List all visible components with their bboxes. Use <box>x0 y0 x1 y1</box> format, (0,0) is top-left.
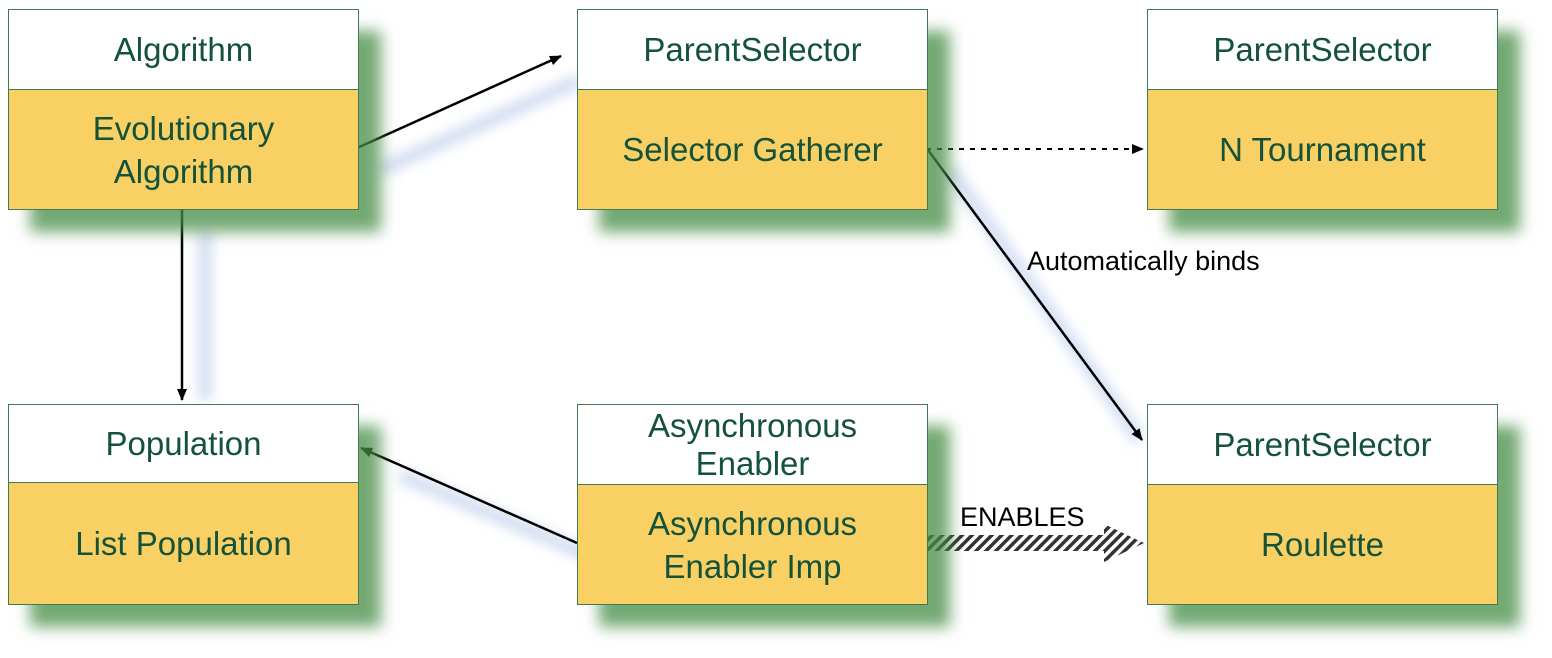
node-type: Asynchronous Enabler <box>578 405 927 485</box>
node-selector-gatherer[interactable]: ParentSelector Selector Gatherer <box>577 9 928 210</box>
node-name: Selector Gatherer <box>622 131 883 168</box>
node-name: Roulette <box>1261 526 1384 563</box>
node-name: N Tournament <box>1219 131 1426 168</box>
node-population[interactable]: Population List Population <box>8 404 359 605</box>
node-roulette[interactable]: ParentSelector Roulette <box>1147 404 1498 605</box>
edge-gatherer-to-roulette <box>926 149 1144 441</box>
edge-label-enables: ENABLES <box>960 502 1085 532</box>
node-algorithm[interactable]: Algorithm Evolutionary Algorithm <box>8 9 359 210</box>
node-name: Evolutionary Algorithm <box>92 109 275 190</box>
node-type: Population <box>9 405 358 483</box>
node-type: Algorithm <box>9 10 358 90</box>
node-name: List Population <box>75 525 292 562</box>
edge-async-to-population <box>360 446 578 545</box>
node-type: ParentSelector <box>1148 10 1497 90</box>
node-type: ParentSelector <box>578 10 927 90</box>
edge-label-automatically-binds: Automatically binds <box>1027 246 1260 276</box>
node-type: ParentSelector <box>1148 405 1497 485</box>
node-async-enabler[interactable]: Asynchronous Enabler Asynchronous Enable… <box>577 404 928 605</box>
node-name: Asynchronous Enabler Imp <box>647 504 858 585</box>
node-n-tournament[interactable]: ParentSelector N Tournament <box>1147 9 1498 210</box>
